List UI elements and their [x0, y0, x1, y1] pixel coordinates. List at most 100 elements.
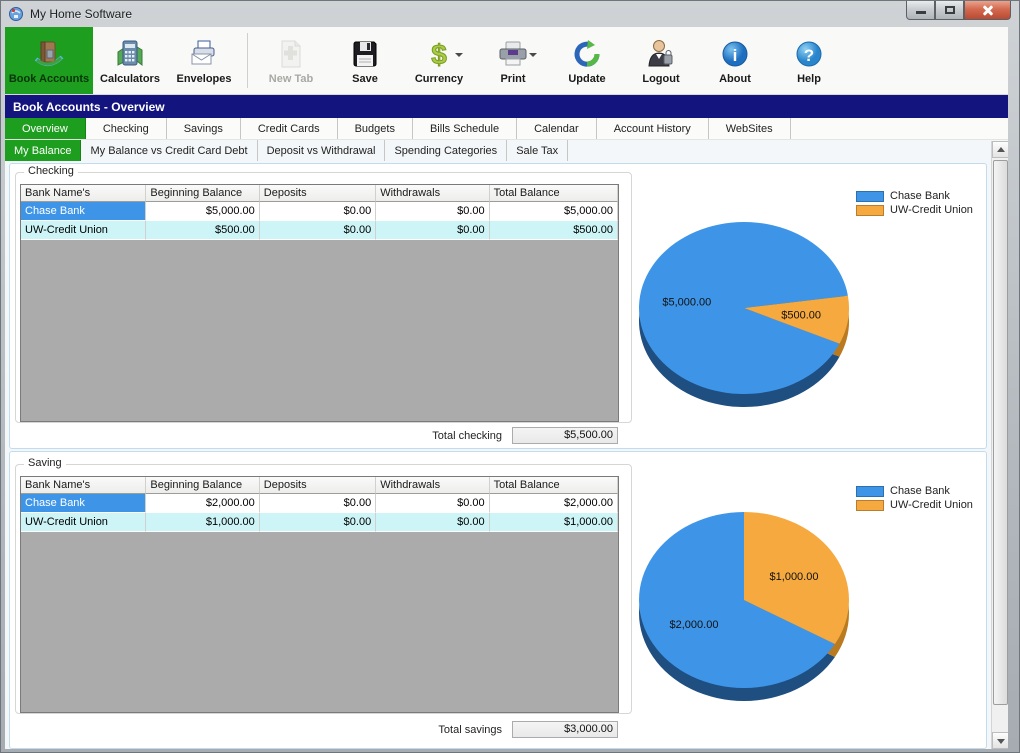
tab-calendar[interactable]: Calendar	[517, 118, 597, 139]
legend-item: UW-Credit Union	[856, 204, 973, 216]
toolbar-label: Logout	[642, 73, 679, 85]
column-header[interactable]: Bank Name's	[21, 477, 146, 494]
tab-websites[interactable]: WebSites	[709, 118, 791, 139]
tab-overview[interactable]: Overview	[5, 118, 86, 139]
about-button[interactable]: i About	[698, 27, 772, 94]
saving-legend: Chase BankUW-Credit Union	[856, 485, 973, 511]
toolbar-label: New Tab	[269, 73, 313, 85]
title-bar[interactable]: My Home Software	[1, 1, 1019, 27]
table-cell[interactable]: $0.00	[260, 494, 376, 513]
scroll-up-icon[interactable]	[992, 141, 1008, 158]
toolbar-label: Envelopes	[176, 73, 231, 85]
table-row[interactable]: UW-Credit Union$1,000.00$0.00$0.00$1,000…	[21, 513, 618, 532]
toolbar-label: Book Accounts	[9, 73, 89, 85]
app-window: My Home Software Book Accounts	[0, 0, 1020, 753]
toolbar-label: Calculators	[100, 73, 160, 85]
table-cell[interactable]: $0.00	[260, 221, 376, 240]
column-header[interactable]: Total Balance	[490, 185, 618, 202]
column-header[interactable]: Beginning Balance	[146, 477, 259, 494]
column-header[interactable]: Withdrawals	[376, 477, 489, 494]
print-dropdown-icon[interactable]	[529, 53, 537, 57]
print-icon	[496, 37, 530, 71]
minimize-button[interactable]	[906, 1, 935, 20]
info-icon: i	[718, 37, 752, 71]
help-button[interactable]: ? Help	[772, 27, 846, 94]
subtab-sale-tax[interactable]: Sale Tax	[507, 140, 568, 161]
save-icon	[348, 37, 382, 71]
table-row[interactable]: Chase Bank$5,000.00$0.00$0.00$5,000.00	[21, 202, 618, 221]
subtab-spending-categories[interactable]: Spending Categories	[385, 140, 507, 161]
table-cell[interactable]: $0.00	[260, 202, 376, 221]
table-row[interactable]: UW-Credit Union$500.00$0.00$0.00$500.00	[21, 221, 618, 240]
save-button[interactable]: Save	[328, 27, 402, 94]
column-header[interactable]: Beginning Balance	[146, 185, 259, 202]
book-accounts-button[interactable]: Book Accounts	[5, 27, 93, 94]
toolbar-label: Update	[568, 73, 605, 85]
pie-slice-label: $1,000.00	[770, 571, 819, 583]
tab-checking[interactable]: Checking	[86, 118, 167, 139]
table-cell[interactable]: $1,000.00	[146, 513, 259, 532]
column-header[interactable]: Withdrawals	[376, 185, 489, 202]
minimize-icon	[916, 11, 926, 14]
maximize-button[interactable]	[935, 1, 964, 20]
table-cell[interactable]: $500.00	[490, 221, 618, 240]
checking-legend: Chase Bank UW-Credit Union	[856, 190, 973, 216]
total-savings-value[interactable]: $3,000.00	[512, 721, 618, 738]
legend-swatch-icon	[856, 205, 884, 216]
column-header[interactable]: Deposits	[260, 185, 376, 202]
table-cell[interactable]: $0.00	[376, 494, 489, 513]
close-button[interactable]	[964, 1, 1011, 20]
tab-budgets[interactable]: Budgets	[338, 118, 413, 139]
subtab-my-balance-vs-credit-card-debt[interactable]: My Balance vs Credit Card Debt	[81, 140, 257, 161]
table-cell[interactable]: $0.00	[376, 221, 489, 240]
column-header[interactable]: Deposits	[260, 477, 376, 494]
table-cell[interactable]: $0.00	[260, 513, 376, 532]
legend-item: Chase Bank	[856, 190, 973, 202]
table-cell[interactable]: $5,000.00	[490, 202, 618, 221]
table-row[interactable]: Chase Bank$2,000.00$0.00$0.00$2,000.00	[21, 494, 618, 513]
table-cell[interactable]: UW-Credit Union	[21, 513, 146, 532]
table-cell[interactable]: $1,000.00	[490, 513, 618, 532]
total-checking-row: Total checking $5,500.00	[10, 427, 618, 444]
scroll-down-icon[interactable]	[992, 732, 1008, 749]
table-cell[interactable]: $0.00	[376, 202, 489, 221]
column-header[interactable]: Bank Name's	[21, 185, 146, 202]
vertical-scrollbar[interactable]	[991, 141, 1008, 749]
subtab-deposit-vs-withdrawal[interactable]: Deposit vs Withdrawal	[258, 140, 386, 161]
checking-group-label: Checking	[24, 165, 78, 177]
help-icon: ?	[792, 37, 826, 71]
checking-groupbox: Checking Bank Name'sBeginning BalanceDep…	[15, 172, 632, 423]
currency-button[interactable]: $ Currency	[402, 27, 476, 94]
calculators-button[interactable]: Calculators	[93, 27, 167, 94]
column-header[interactable]: Total Balance	[490, 477, 618, 494]
table-cell[interactable]: UW-Credit Union	[21, 221, 146, 240]
toolbar-label: Save	[352, 73, 378, 85]
table-cell[interactable]: $5,000.00	[146, 202, 259, 221]
subtab-my-balance[interactable]: My Balance	[5, 140, 81, 161]
checking-panel: Checking Bank Name'sBeginning BalanceDep…	[9, 163, 987, 449]
logout-button[interactable]: Logout	[624, 27, 698, 94]
table-cell[interactable]: $2,000.00	[490, 494, 618, 513]
svg-text:i: i	[733, 46, 738, 65]
table-cell[interactable]: Chase Bank	[21, 494, 146, 513]
envelopes-button[interactable]: Envelopes	[167, 27, 241, 94]
app-icon	[8, 6, 24, 22]
legend-swatch-icon	[856, 191, 884, 202]
legend-label: UW-Credit Union	[890, 204, 973, 216]
currency-dropdown-icon[interactable]	[455, 53, 463, 57]
table-cell[interactable]: Chase Bank	[21, 202, 146, 221]
table-cell[interactable]: $0.00	[376, 513, 489, 532]
total-checking-value[interactable]: $5,500.00	[512, 427, 618, 444]
table-cell[interactable]: $500.00	[146, 221, 259, 240]
table-cell[interactable]: $2,000.00	[146, 494, 259, 513]
tab-account-history[interactable]: Account History	[597, 118, 709, 139]
tab-bills-schedule[interactable]: Bills Schedule	[413, 118, 517, 139]
svg-text:?: ?	[804, 46, 814, 65]
tab-savings[interactable]: Savings	[167, 118, 241, 139]
update-button[interactable]: Update	[550, 27, 624, 94]
print-button[interactable]: Print	[476, 27, 550, 94]
update-refresh-icon	[570, 37, 604, 71]
tab-credit-cards[interactable]: Credit Cards	[241, 118, 338, 139]
scrollbar-thumb[interactable]	[993, 160, 1008, 705]
legend-item: Chase Bank	[856, 485, 973, 497]
